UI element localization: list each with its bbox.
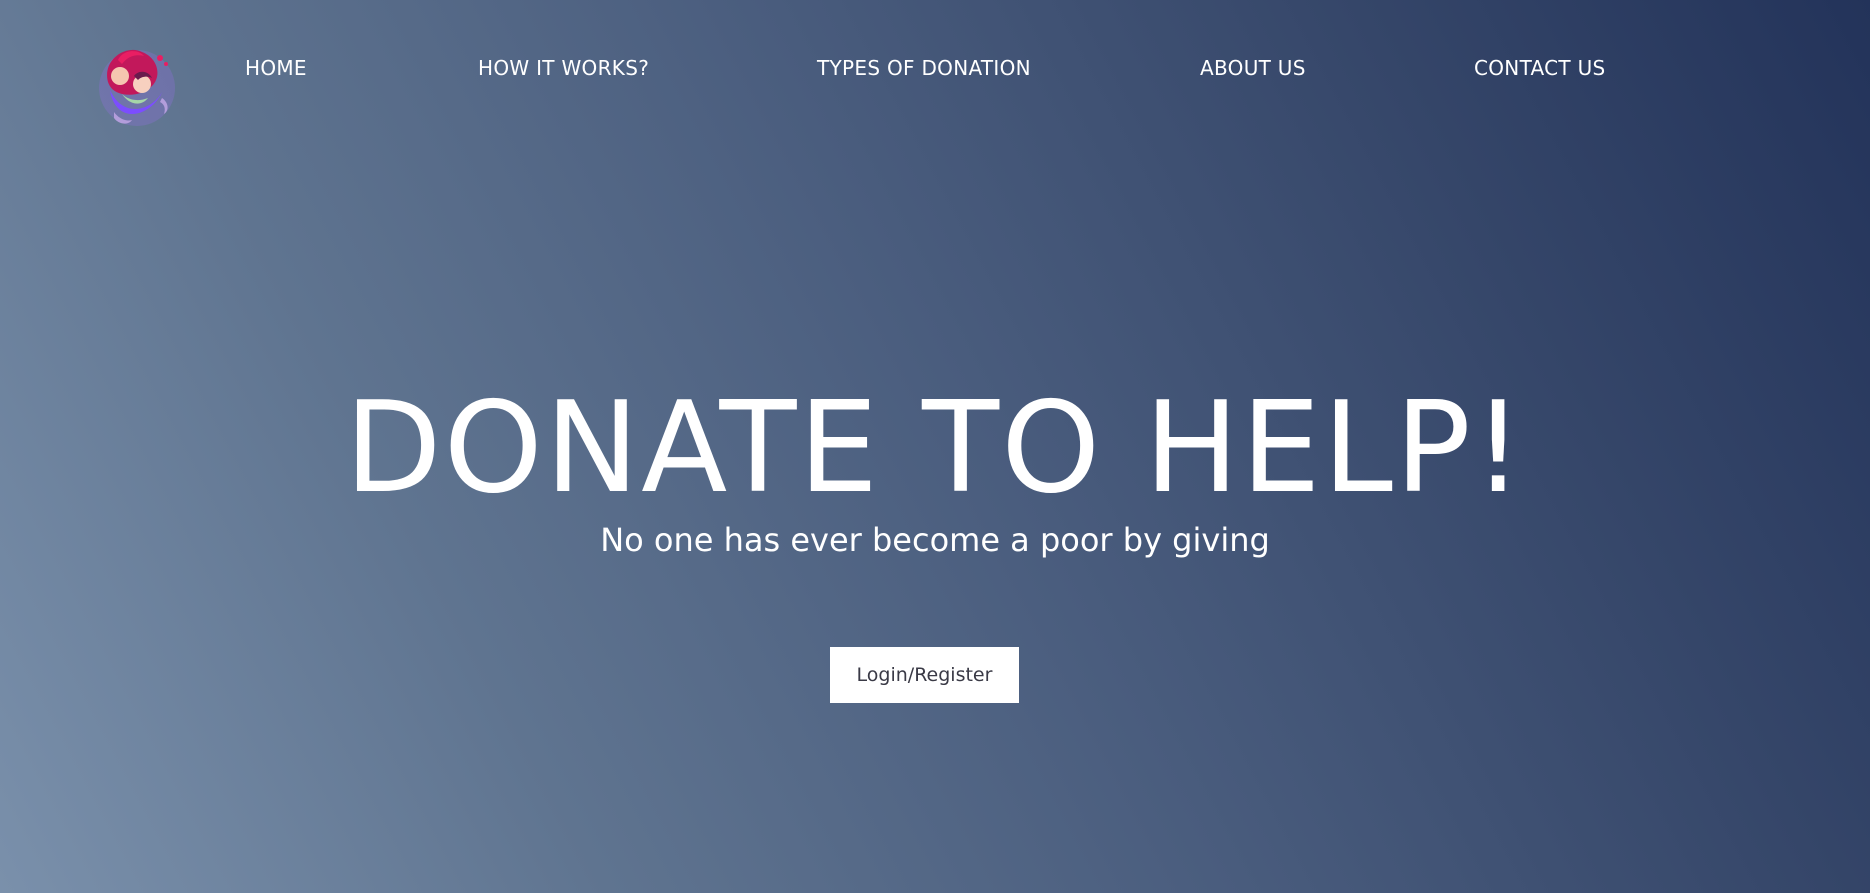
hero-subtitle: No one has ever become a poor by giving — [600, 521, 1270, 559]
login-register-button[interactable]: Login/Register — [830, 647, 1019, 703]
nav-item-types-of-donation[interactable]: TYPES OF DONATION — [817, 56, 1031, 80]
nav-item-how-it-works[interactable]: HOW IT WORKS? — [478, 56, 649, 80]
nav-item-about-us[interactable]: ABOUT US — [1200, 56, 1306, 80]
landing-page: HOME HOW IT WORKS? TYPES OF DONATION ABO… — [0, 0, 1870, 893]
main-nav: HOME HOW IT WORKS? TYPES OF DONATION ABO… — [0, 56, 1870, 84]
nav-item-contact-us[interactable]: CONTACT US — [1474, 56, 1606, 80]
hero-title: DONATE TO HELP! — [344, 374, 1526, 521]
nav-item-home[interactable]: HOME — [245, 56, 307, 80]
